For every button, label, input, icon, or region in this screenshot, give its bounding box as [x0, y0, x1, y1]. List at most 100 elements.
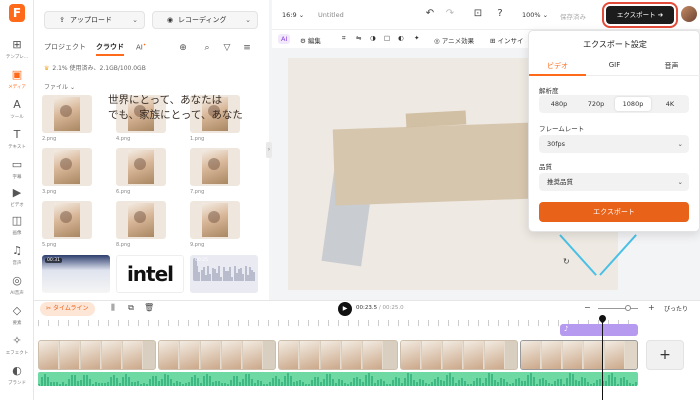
audio-waveform-track[interactable]: [38, 372, 638, 386]
undo-icon[interactable]: ↶: [424, 8, 436, 20]
quality-select[interactable]: 推奨品質 ⌄: [539, 173, 689, 191]
duplicate-icon[interactable]: ⧉: [126, 303, 136, 313]
image-icon: ◫: [11, 214, 23, 227]
rail-item-subtitle[interactable]: ▭ 字幕: [0, 156, 34, 186]
zoom-slider[interactable]: [598, 308, 638, 309]
waveform-bar: [224, 383, 226, 386]
clip-frame: [342, 341, 362, 369]
waveform-bar: [227, 383, 229, 386]
quote-text[interactable]: 世界にとって、あなたは でも、家族にとって、あなた: [108, 93, 243, 123]
rail-item-image[interactable]: ◫ 画像: [0, 212, 34, 242]
animation-button[interactable]: ◎ アニメ効果: [434, 35, 474, 45]
edit-button[interactable]: ⚙ 編集: [300, 35, 321, 45]
rail-item-text[interactable]: T テキスト: [0, 126, 34, 156]
app-logo[interactable]: F: [9, 4, 25, 22]
tab-ai[interactable]: AI✦: [136, 42, 146, 51]
adjust-icon[interactable]: ◑: [370, 34, 376, 42]
upload-button[interactable]: ⇪ アップロード ⌄: [44, 11, 145, 29]
waveform-bar: [470, 383, 472, 386]
rail-item-effects[interactable]: ✧ エフェクト: [0, 332, 34, 362]
media-thumbnail[interactable]: [42, 148, 92, 186]
resolution-option-selected[interactable]: 1080p: [615, 97, 651, 111]
media-thumbnail[interactable]: [42, 95, 92, 133]
tab-video[interactable]: ビデオ: [529, 61, 586, 71]
play-button[interactable]: ▶: [338, 302, 352, 316]
screenshot-icon[interactable]: ⊡: [472, 8, 484, 20]
add-clip-button[interactable]: +: [646, 340, 684, 370]
tab-cloud[interactable]: クラウド: [96, 42, 124, 56]
waveform-bar: [377, 380, 379, 386]
audio-thumbnail[interactable]: 00:25: [190, 255, 258, 293]
mask-icon[interactable]: □: [384, 34, 390, 42]
tab-audio[interactable]: 音声: [643, 61, 700, 71]
rail-item-template[interactable]: ⊞ テンプレ...: [0, 36, 34, 66]
ai-tool-button[interactable]: AI: [278, 34, 291, 44]
resolution-option[interactable]: 4K: [652, 97, 688, 111]
video-thumbnail[interactable]: 00:31: [42, 255, 110, 293]
project-title[interactable]: Untitled: [318, 11, 344, 19]
confirm-export-button[interactable]: エクスポート: [539, 202, 689, 222]
rail-item-ai-tools[interactable]: A ツール: [0, 96, 34, 126]
magic-icon[interactable]: ✦: [414, 34, 419, 42]
zoom-slider-knob[interactable]: [625, 305, 631, 311]
resolution-option[interactable]: 480p: [541, 97, 577, 111]
media-thumbnail[interactable]: [190, 148, 240, 186]
export-button[interactable]: エクスポート ➔: [602, 2, 678, 28]
video-clip[interactable]: [400, 340, 518, 370]
delete-icon[interactable]: 🗑: [144, 303, 154, 312]
framerate-select[interactable]: 30fps ⌄: [539, 135, 689, 153]
rail-item-video[interactable]: ▶ ビデオ: [0, 184, 34, 214]
filter-icon[interactable]: ▽: [220, 41, 234, 55]
waveform-bar: [260, 381, 262, 386]
waveform-bar: [485, 377, 487, 386]
zoom-out-icon[interactable]: −: [584, 303, 591, 312]
video-clip-selected[interactable]: [520, 340, 638, 370]
zoom-select[interactable]: 100% ⌄: [522, 11, 548, 19]
insight-button[interactable]: ⊞ インサイ: [490, 35, 524, 45]
sort-icon[interactable]: ≡: [240, 41, 254, 55]
intel-logo-thumbnail[interactable]: intel: [116, 255, 184, 293]
rail-item-elements[interactable]: ◇ 要素: [0, 302, 34, 332]
fit-button[interactable]: ぴったり: [664, 304, 688, 313]
media-thumbnail[interactable]: [116, 201, 166, 239]
avatar[interactable]: [681, 6, 697, 22]
record-button[interactable]: ◉ レコーディング ⌄: [152, 11, 258, 29]
playhead[interactable]: [602, 316, 603, 400]
waveform-bar: [401, 382, 403, 386]
rail-item-brand[interactable]: ◐ ブランド: [0, 362, 34, 392]
rotate-icon[interactable]: ↻: [563, 257, 570, 266]
crop-icon[interactable]: ⌗: [342, 34, 346, 43]
timeline-button[interactable]: ✂ タイムライン: [40, 302, 95, 316]
aspect-ratio-select[interactable]: 16:9 ⌄: [282, 11, 304, 19]
rail-item-ai-voice[interactable]: ◎ AI音声: [0, 272, 34, 302]
rail-item-media[interactable]: ▣ メディア: [0, 66, 34, 96]
video-clip[interactable]: [38, 340, 156, 370]
split-icon[interactable]: ⫼: [108, 303, 118, 313]
media-thumbnail[interactable]: [190, 201, 240, 239]
help-icon[interactable]: ?: [494, 8, 506, 20]
waveform-bar: [443, 381, 445, 386]
search-icon[interactable]: ⌕: [200, 41, 214, 55]
waveform-bar: [347, 383, 349, 386]
video-clip[interactable]: [158, 340, 276, 370]
video-clip[interactable]: [278, 340, 398, 370]
zoom-in-icon[interactable]: +: [648, 303, 655, 312]
tab-indicator: [529, 74, 586, 76]
flip-icon[interactable]: ⇋: [356, 34, 361, 42]
audio-clip[interactable]: ♪: [560, 324, 638, 336]
chevron-down-icon: ⌄: [69, 84, 75, 91]
new-folder-icon[interactable]: ⊕: [176, 41, 190, 55]
collapse-panel-handle[interactable]: ›: [266, 142, 272, 158]
waveform-bar: [512, 382, 514, 386]
media-thumbnail[interactable]: [116, 148, 166, 186]
tab-project[interactable]: プロジェクト: [44, 42, 86, 52]
color-icon[interactable]: ◐: [398, 34, 404, 42]
waveform-bar: [296, 380, 298, 386]
media-thumbnail[interactable]: [42, 201, 92, 239]
redo-icon[interactable]: ↷: [444, 8, 456, 20]
rail-item-audio[interactable]: ♫ 音声: [0, 242, 34, 272]
resolution-option[interactable]: 720p: [578, 97, 614, 111]
tab-gif[interactable]: GIF: [586, 61, 643, 69]
timeline-ruler[interactable]: [38, 320, 638, 326]
files-folder-toggle[interactable]: ファイル ⌄: [44, 82, 75, 91]
